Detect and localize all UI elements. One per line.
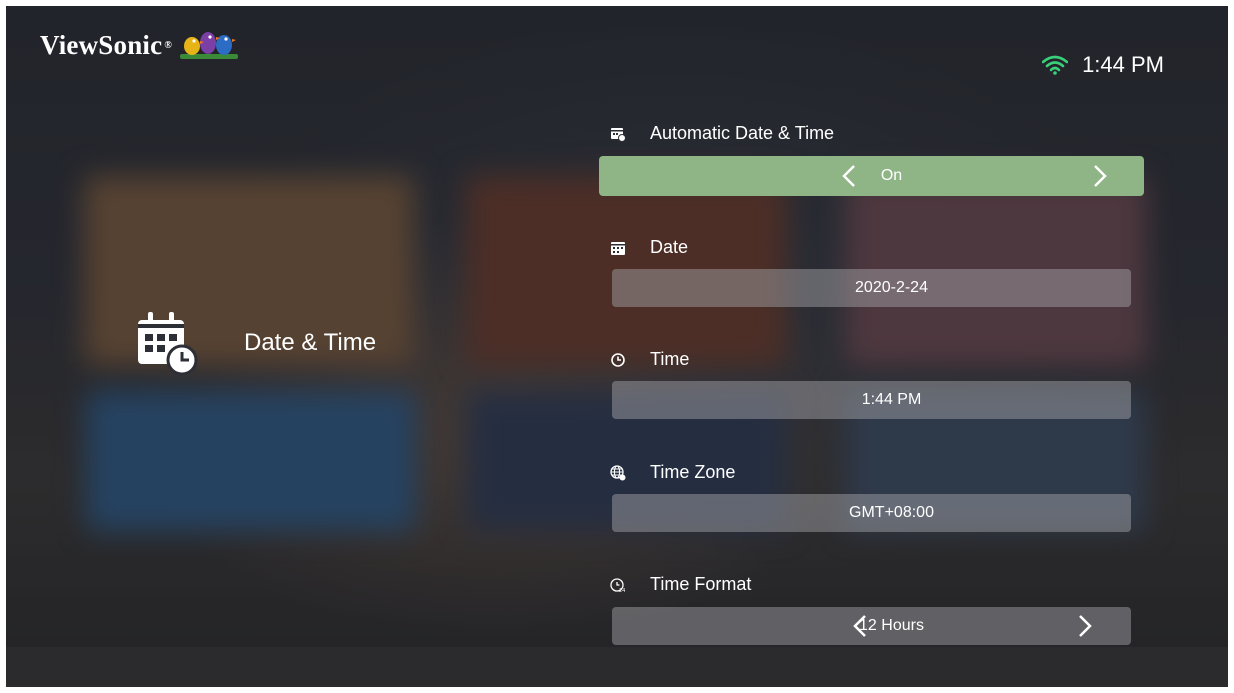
setting-label: Time Zone: [650, 462, 736, 482]
projector-screen: ViewSonic ® 1:44 PM Date & Time Automati…: [6, 6, 1228, 687]
setting-label-date: Date: [610, 237, 688, 258]
logo-text: ViewSonic: [40, 29, 163, 60]
globe-icon: [610, 464, 626, 480]
chevron-right-icon[interactable]: [1077, 614, 1093, 638]
setting-value: 1:44 PM: [861, 391, 922, 408]
setting-label: Time Format: [650, 574, 752, 594]
clock-time: 1:44 PM: [1082, 52, 1164, 77]
registered-mark: ®: [164, 39, 172, 51]
wifi-icon: [1042, 55, 1069, 75]
setting-label-time-zone: Time Zone: [610, 462, 735, 483]
category-header: Date & Time: [136, 310, 376, 376]
setting-label-time: Time: [610, 349, 689, 370]
chevron-right-icon[interactable]: [1092, 164, 1108, 188]
list-fade-edge: [6, 647, 1228, 687]
viewsonic-logo: ViewSonic ®: [40, 28, 240, 62]
status-bar: 1:44 PM: [1042, 52, 1164, 78]
svg-text:24: 24: [619, 588, 625, 593]
setting-label: Automatic Date & Time: [650, 123, 835, 143]
clock-icon: [611, 352, 625, 367]
birds-logo-icon: [179, 32, 238, 59]
setting-label: Date: [650, 237, 689, 257]
setting-value: GMT+08:00: [849, 504, 934, 521]
time-format-selector[interactable]: 12 Hours: [612, 607, 1131, 645]
setting-label-time-format: 24 Time Format: [610, 574, 751, 595]
calendar-clock-small-icon: [611, 127, 626, 142]
setting-value: 12 Hours: [859, 617, 924, 634]
clock-24-icon: 24: [610, 577, 625, 593]
setting-value: On: [880, 167, 903, 184]
calendar-icon: [611, 241, 625, 255]
setting-value: 2020-2-24: [855, 279, 928, 296]
setting-label: Time: [650, 349, 690, 369]
category-title: Date & Time: [244, 329, 377, 356]
calendar-clock-icon: [138, 312, 198, 376]
setting-label-automatic-date-time: Automatic Date & Time: [610, 123, 834, 144]
automatic-date-time-selector[interactable]: On: [599, 156, 1144, 196]
date-field[interactable]: 2020-2-24: [612, 269, 1131, 307]
time-field[interactable]: 1:44 PM: [612, 381, 1131, 419]
time-zone-field[interactable]: GMT+08:00: [612, 494, 1131, 532]
